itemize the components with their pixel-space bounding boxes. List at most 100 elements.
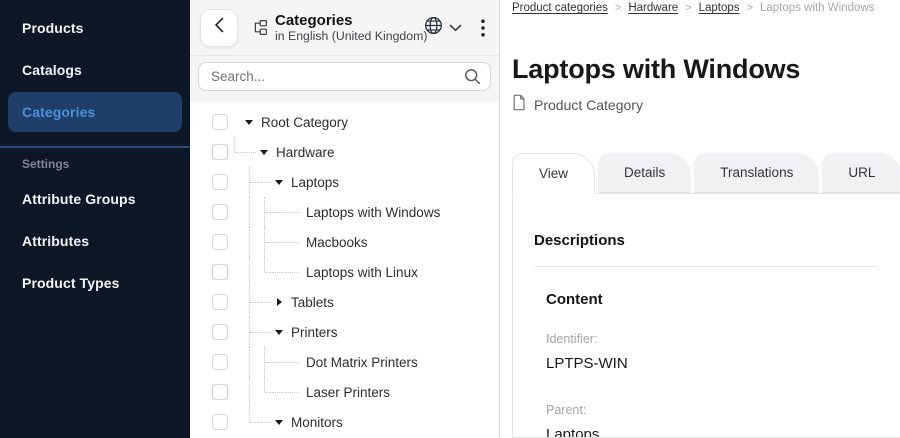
tab-url[interactable]: URL (822, 153, 900, 193)
tree-row-laptops[interactable]: Laptops (190, 167, 499, 197)
tree-guide-lines (228, 197, 273, 227)
tree-row-label: Printers (291, 325, 338, 340)
tree-panel-title-block: Categories in English (United Kingdom) (275, 12, 423, 44)
sidebar-item-label: Attributes (22, 233, 89, 249)
page-title: Laptops with Windows (512, 54, 900, 85)
tree-panel-header: Categories in English (United Kingdom) (190, 0, 499, 56)
search-input[interactable] (198, 62, 491, 91)
tree-search-row (190, 56, 499, 102)
tree-connector (286, 197, 302, 227)
row-checkbox[interactable] (212, 354, 228, 370)
row-checkbox[interactable] (212, 174, 228, 190)
tree-row-dot-matrix-printers[interactable]: Dot Matrix Printers (190, 347, 499, 377)
tab-details[interactable]: Details (598, 153, 691, 193)
tree-toggle-icon[interactable] (241, 107, 257, 137)
tree-guide-lines (228, 347, 273, 377)
tree-row-label: Root Category (261, 115, 348, 130)
sidebar-item-label: Attribute Groups (22, 191, 136, 207)
main-sidebar: Products Catalogs Categories Settings At… (0, 0, 190, 438)
field-label: Identifier: (546, 332, 877, 346)
tree-guide-lines (228, 257, 273, 287)
tab-translations[interactable]: Translations (694, 153, 819, 193)
tree-connector-line (273, 197, 286, 227)
tree-row-laptops-with-linux[interactable]: Laptops with Linux (190, 257, 499, 287)
tree-row-label: Hardware (276, 145, 335, 160)
sitemap-icon (251, 19, 268, 36)
tree-toggle-icon[interactable] (271, 317, 287, 347)
tree-connector (286, 257, 302, 287)
tree-toggle-icon[interactable] (271, 407, 287, 437)
entity-type-label: Product Category (534, 97, 643, 113)
row-checkbox[interactable] (212, 144, 228, 160)
tree-row-printers[interactable]: Printers (190, 317, 499, 347)
tree-toggle-icon[interactable] (271, 287, 287, 317)
tree-panel-title: Categories (275, 12, 423, 29)
category-detail-panel: Product categories>Hardware>Laptops>Lapt… (500, 0, 900, 438)
kebab-menu-icon[interactable] (477, 17, 489, 39)
row-checkbox[interactable] (212, 414, 228, 430)
search-icon (464, 68, 481, 90)
tab-row: ViewDetailsTranslationsURL (512, 153, 900, 194)
tree-row-monitors[interactable]: Monitors (190, 407, 499, 437)
sidebar-item-attributes[interactable]: Attributes (0, 220, 190, 262)
sidebar-item-label: Catalogs (22, 62, 82, 78)
field-label: Parent: (546, 403, 877, 417)
breadcrumb: Product categories>Hardware>Laptops>Lapt… (512, 1, 900, 15)
back-button[interactable] (200, 9, 238, 47)
row-checkbox[interactable] (212, 324, 228, 340)
sidebar-item-product-types[interactable]: Product Types (0, 262, 190, 304)
sidebar-item-categories[interactable]: Categories (8, 92, 182, 132)
tree-row-label: Monitors (291, 415, 343, 430)
subsection-title: Content (546, 291, 877, 308)
breadcrumb-item-product-categories[interactable]: Product categories (512, 2, 608, 14)
section-title: Descriptions (534, 232, 877, 249)
sidebar-section-label: Settings (0, 157, 190, 171)
tree-row-label: Tablets (291, 295, 334, 310)
breadcrumb-item-laptops-with-windows: Laptops with Windows (760, 2, 874, 14)
tree-row-hardware[interactable]: Hardware (190, 137, 499, 167)
sidebar-item-catalogs[interactable]: Catalogs (0, 49, 190, 91)
tab-view[interactable]: View (512, 153, 595, 194)
tree-connector-line (258, 287, 271, 317)
tree-connector-line (258, 407, 271, 437)
tree-toggle-icon[interactable] (271, 167, 287, 197)
tree-connector-line (243, 137, 256, 167)
tree-guide-lines (228, 287, 258, 317)
tree-row-tablets[interactable]: Tablets (190, 287, 499, 317)
tree-connector (286, 347, 302, 377)
row-checkbox[interactable] (212, 114, 228, 130)
row-checkbox[interactable] (212, 384, 228, 400)
tree-toggle-icon[interactable] (256, 137, 272, 167)
tree-row-macbooks[interactable]: Macbooks (190, 227, 499, 257)
sidebar-item-attribute-groups[interactable]: Attribute Groups (0, 178, 190, 220)
tree-connector-line (228, 107, 241, 137)
sidebar-main-nav: Products Catalogs Categories (0, 7, 190, 133)
document-icon (512, 94, 526, 116)
sidebar-item-products[interactable]: Products (0, 7, 190, 49)
tree-guide-lines (228, 137, 243, 167)
tree-row-laser-printers[interactable]: Laser Printers (190, 377, 499, 407)
tree-connector-line (273, 257, 286, 287)
row-checkbox[interactable] (212, 234, 228, 250)
tree-connector-line (258, 167, 271, 197)
breadcrumb-separator: > (747, 2, 753, 14)
sidebar-item-label: Products (22, 20, 83, 36)
row-checkbox[interactable] (212, 294, 228, 310)
tree-connector-line (258, 317, 271, 347)
tree-guide-lines (228, 167, 258, 197)
tree-row-label: Laptops with Linux (306, 265, 418, 280)
tree-row-label: Macbooks (306, 235, 368, 250)
chevron-down-icon (449, 19, 462, 37)
sidebar-divider (0, 146, 190, 148)
breadcrumb-item-laptops[interactable]: Laptops (699, 2, 740, 14)
row-checkbox[interactable] (212, 264, 228, 280)
tree-row-root-category[interactable]: Root Category (190, 107, 499, 137)
tree-row-laptops-with-windows[interactable]: Laptops with Windows (190, 197, 499, 227)
search-wrap (198, 62, 491, 91)
field-identifier-: Identifier: LPTPS-WIN (546, 332, 877, 372)
language-selector[interactable] (423, 15, 462, 41)
row-checkbox[interactable] (212, 204, 228, 220)
breadcrumb-separator: > (615, 2, 621, 14)
breadcrumb-item-hardware[interactable]: Hardware (628, 2, 678, 14)
sidebar-item-label: Categories (22, 104, 95, 120)
